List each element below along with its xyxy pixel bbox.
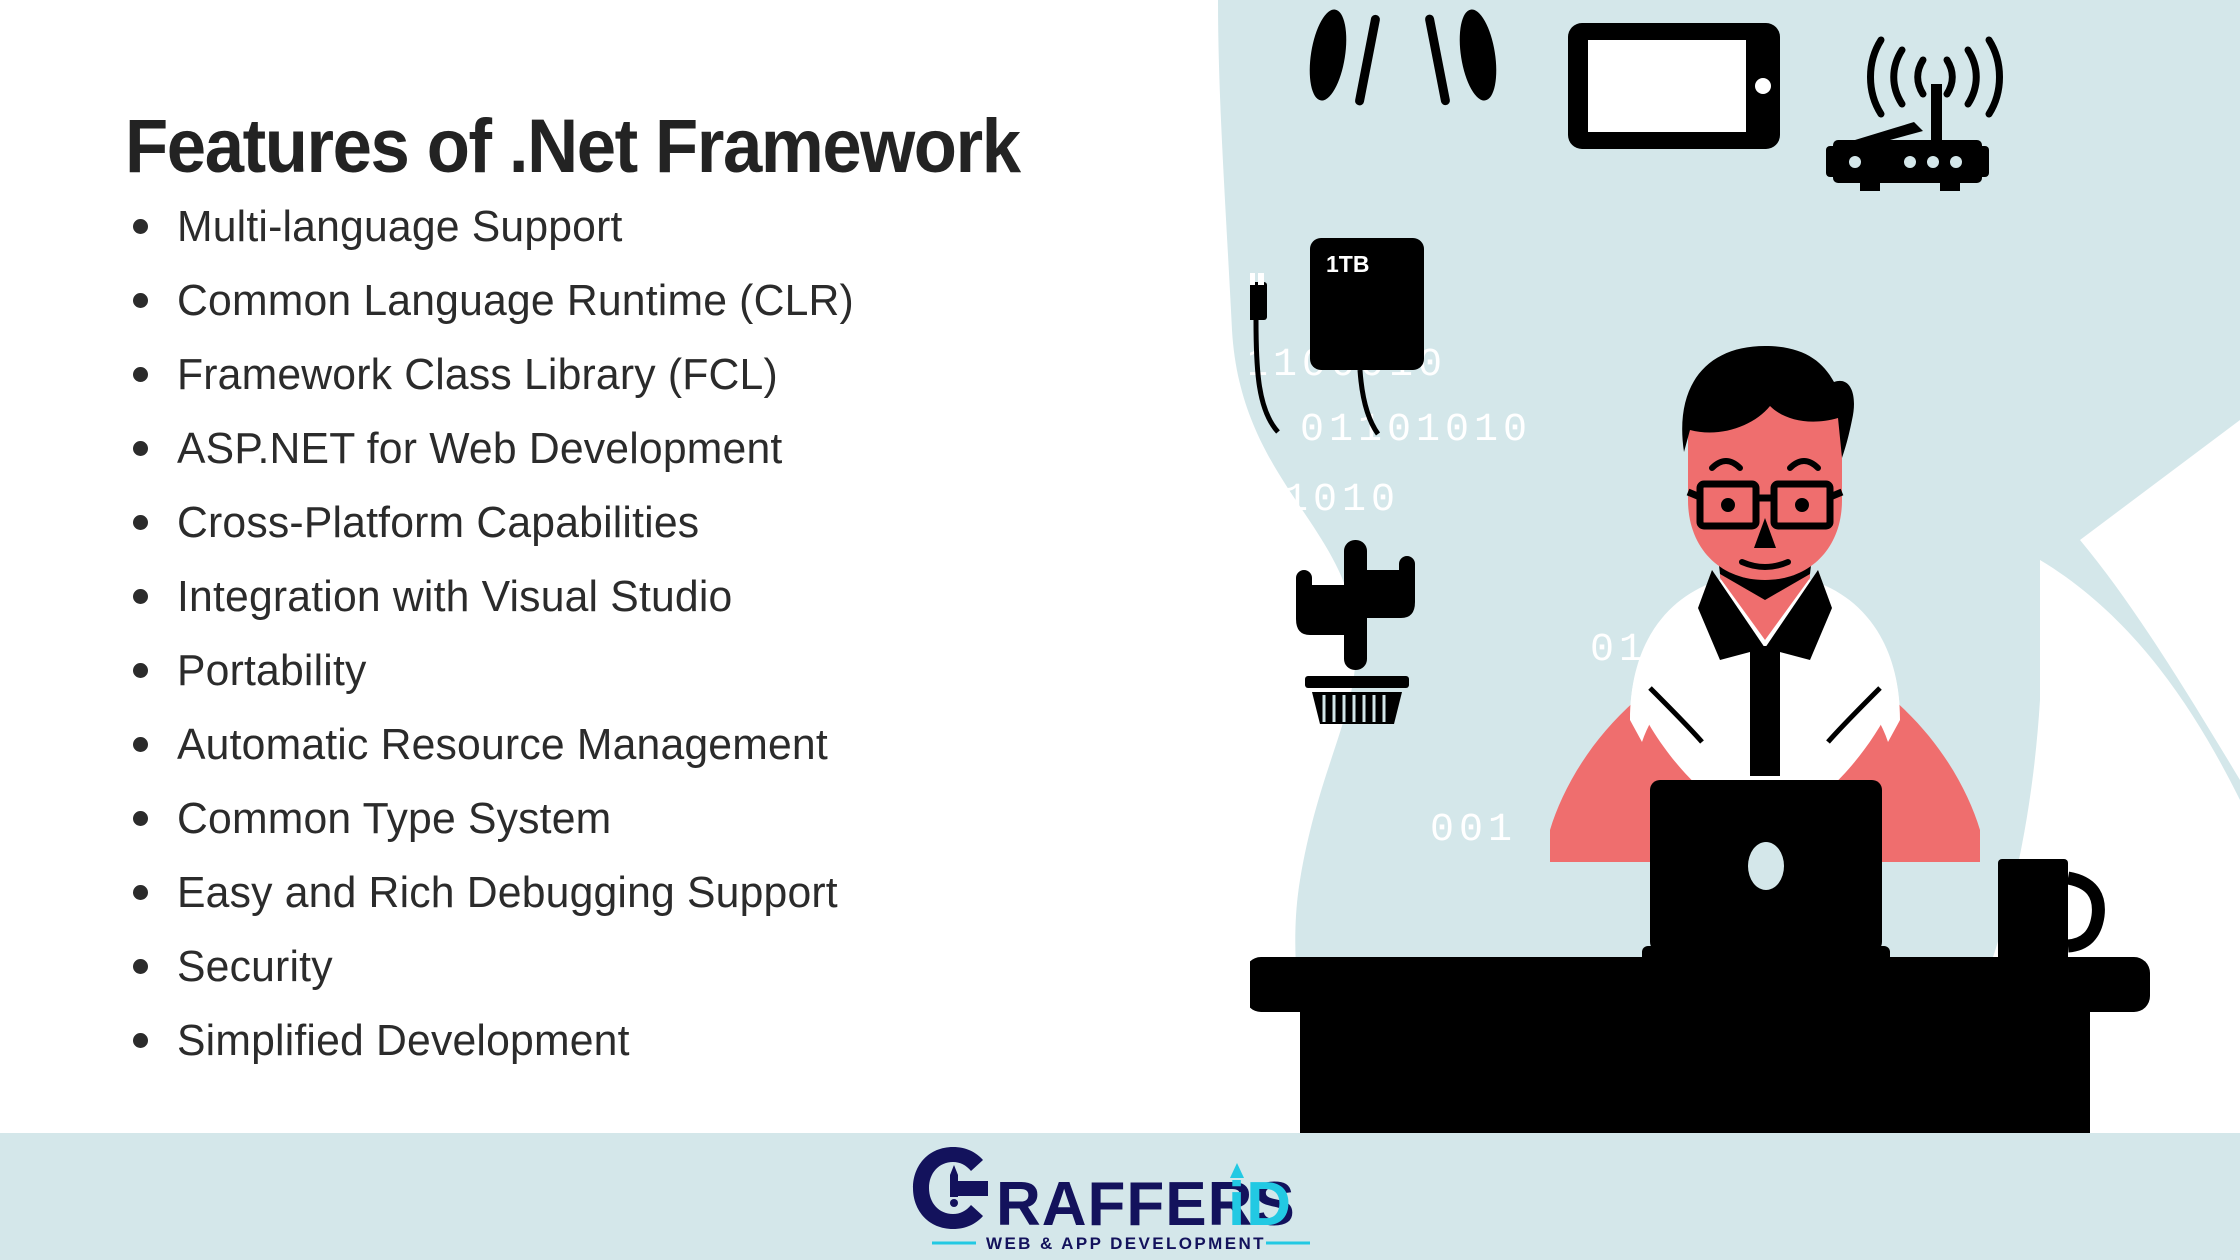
list-item: Automatic Resource Management xyxy=(125,708,1205,782)
list-item: Framework Class Library (FCL) xyxy=(125,338,1205,412)
feature-label: Automatic Resource Management xyxy=(177,720,828,769)
bullet-icon xyxy=(133,959,148,974)
bullet-icon xyxy=(133,293,148,308)
developer-illustration: 11100010 01101010 01010 01001 001 xyxy=(1250,0,2240,1133)
bullet-icon xyxy=(133,737,148,752)
list-item: Portability xyxy=(125,634,1205,708)
bullet-icon xyxy=(133,515,148,530)
desk xyxy=(1250,957,2150,1133)
feature-label: Integration with Visual Studio xyxy=(177,572,733,621)
eye-right xyxy=(1795,498,1809,512)
binary-line-3: 01010 xyxy=(1255,478,1400,523)
bullet-icon xyxy=(133,219,148,234)
list-item: Multi-language Support xyxy=(125,190,1205,264)
bullet-icon xyxy=(133,441,148,456)
feature-label: Cross-Platform Capabilities xyxy=(177,498,700,547)
list-item: Security xyxy=(125,930,1205,1004)
feature-label: Multi-language Support xyxy=(177,202,623,251)
footer-bar: RAFFERS iD WEB & APP DEVELOPMENT xyxy=(0,1133,2240,1260)
graffersid-logo[interactable]: RAFFERS iD WEB & APP DEVELOPMENT xyxy=(910,1141,1330,1253)
hard-drive-label: 1TB xyxy=(1326,251,1369,277)
list-item: Cross-Platform Capabilities xyxy=(125,486,1205,560)
feature-label: Portability xyxy=(177,646,367,695)
necktie xyxy=(1750,646,1780,776)
router-body xyxy=(1826,84,1989,191)
feature-label: ASP.NET for Web Development xyxy=(177,424,783,473)
laptop-icon xyxy=(1642,780,1890,964)
tablet-icon xyxy=(1568,23,1780,149)
bullet-icon xyxy=(133,811,148,826)
coffee-mug-icon xyxy=(1998,859,2105,965)
bullet-icon xyxy=(133,589,148,604)
page-title: Features of .Net Framework xyxy=(125,103,1021,189)
list-item: Simplified Development xyxy=(125,1004,1205,1078)
laptop-logo xyxy=(1748,842,1784,890)
binary-line-2: 01101010 xyxy=(1300,408,1532,453)
feature-list: Multi-language Support Common Language R… xyxy=(125,190,1205,1078)
feature-label: Framework Class Library (FCL) xyxy=(177,350,778,399)
feature-label: Simplified Development xyxy=(177,1016,630,1065)
feature-label: Common Type System xyxy=(177,794,612,843)
logo-g-mark xyxy=(913,1146,988,1229)
list-item: Common Type System xyxy=(125,782,1205,856)
feature-label: Easy and Rich Debugging Support xyxy=(177,868,838,917)
feature-label: Common Language Runtime (CLR) xyxy=(177,276,854,325)
bullet-icon xyxy=(133,1033,148,1048)
list-item: ASP.NET for Web Development xyxy=(125,412,1205,486)
slide-root: Features of .Net Framework Multi-languag… xyxy=(0,0,2240,1260)
eye-left xyxy=(1721,498,1735,512)
content-column: Features of .Net Framework Multi-languag… xyxy=(0,0,1230,1133)
desk-base xyxy=(1300,1000,2090,1133)
headphones-icon xyxy=(1309,9,1497,106)
list-item: Easy and Rich Debugging Support xyxy=(125,856,1205,930)
bullet-icon xyxy=(133,367,148,382)
list-item: Integration with Visual Studio xyxy=(125,560,1205,634)
logo-tagline: WEB & APP DEVELOPMENT xyxy=(986,1234,1266,1253)
external-hard-drive-icon: 1TB xyxy=(1250,238,1424,436)
feature-label: Security xyxy=(177,942,333,991)
bullet-icon xyxy=(133,885,148,900)
list-item: Common Language Runtime (CLR) xyxy=(125,264,1205,338)
pot-stripes xyxy=(1322,695,1386,722)
logo-accent: iD xyxy=(1228,1170,1292,1239)
binary-line-5: 001 xyxy=(1430,808,1517,853)
bullet-icon xyxy=(133,663,148,678)
